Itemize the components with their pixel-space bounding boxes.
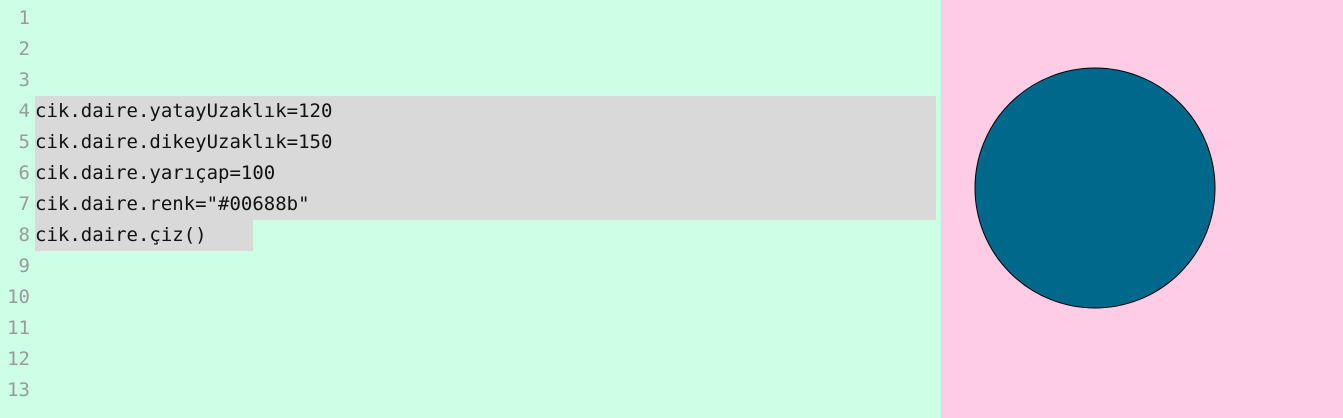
editor-line[interactable]: 11 [0,313,941,344]
line-number: 11 [7,317,30,339]
line-number: 5 [18,131,30,153]
canvas-svg [974,67,1216,309]
line-number: 12 [7,348,30,370]
editor-line[interactable]: 9 [0,251,941,282]
editor-line[interactable]: 12 [0,344,941,375]
line-number: 13 [7,379,30,401]
line-number: 10 [7,286,30,308]
line-number: 7 [18,193,30,215]
code-text[interactable]: cik.daire.yatayUzaklık=120 [35,96,332,127]
line-number: 8 [18,224,30,246]
code-text[interactable]: cik.daire.yarıçap=100 [35,158,275,189]
editor-line[interactable]: 4 cik.daire.yatayUzaklık=120 [0,96,941,127]
line-number: 4 [18,100,30,122]
editor-line[interactable]: 7 cik.daire.renk="#00688b" [0,189,941,220]
editor-line[interactable]: 2 [0,34,941,65]
editor-line[interactable]: 6 cik.daire.yarıçap=100 [0,158,941,189]
line-number: 3 [18,69,30,91]
code-text[interactable]: cik.daire.çiz() [35,220,207,251]
editor-line[interactable]: 8 cik.daire.çiz() [0,220,941,251]
line-number: 9 [18,255,30,277]
drawing-canvas [941,0,1343,418]
editor-line[interactable]: 5 cik.daire.dikeyUzaklık=150 [0,127,941,158]
code-text[interactable]: cik.daire.dikeyUzaklık=150 [35,127,332,158]
code-text[interactable]: cik.daire.renk="#00688b" [35,189,310,220]
editor-line[interactable]: 13 [0,375,941,406]
code-editor[interactable]: 1 2 3 4 cik.daire.yatayUzaklık=120 5 cik… [0,0,941,418]
line-number: 6 [18,162,30,184]
circle-shape [974,67,1216,309]
editor-line[interactable]: 10 [0,282,941,313]
editor-line[interactable]: 1 [0,3,941,34]
line-number: 2 [18,38,30,60]
line-number: 1 [18,7,30,29]
editor-line[interactable]: 3 [0,65,941,96]
